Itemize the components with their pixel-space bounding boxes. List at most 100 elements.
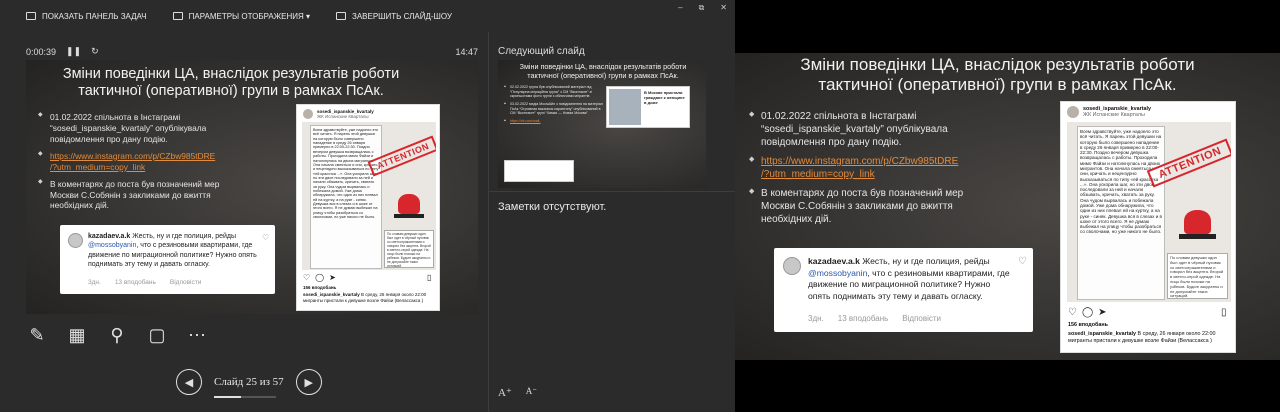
comment-meta: 3дн. 13 вподобань Відповісти	[808, 314, 942, 323]
share-icon: ➤	[1098, 307, 1107, 318]
display-icon	[172, 12, 183, 20]
comment-text: kazadaev.a.k Жесть, ну и где полиция, ре…	[88, 233, 257, 269]
post-link[interactable]: /?utm_medium=copy_link	[50, 162, 145, 172]
post-actions: ♡ ◯ ➤	[303, 273, 336, 282]
siren-icon	[398, 194, 420, 214]
slide-progress-bar	[214, 396, 276, 398]
news-photo	[609, 89, 641, 125]
siren-base	[1179, 234, 1216, 239]
pause-timer-icon[interactable]: ❚❚	[66, 46, 81, 57]
siren-icon	[1184, 210, 1211, 234]
like-icon: ♡	[1068, 307, 1077, 318]
decrease-font-button[interactable]: A⁻	[526, 386, 537, 399]
news-screenshot: В Москве пристали граждане к женщине в д…	[606, 86, 690, 128]
post-link: /?utm_medium=copy_link	[761, 169, 875, 180]
taskbar-icon	[26, 12, 36, 20]
instagram-comment: kazadaev.a.k Жесть, ну и где полиция, ре…	[774, 248, 1033, 332]
end-show-icon	[335, 12, 346, 20]
avatar	[783, 257, 801, 275]
note-text: По словам девушки один был одет в чёрный…	[1167, 253, 1228, 299]
end-slideshow-button[interactable]: ЗАВЕРШИТЬ СЛАЙД-ШОУ	[335, 12, 452, 21]
bullet-item: 01.02.2022 спільнота в Інстаграмі “sosed…	[749, 110, 997, 149]
share-icon[interactable]: ➤	[329, 273, 336, 282]
post-caption: sosedi_ispanskie_kvartaly В среду, 26 ян…	[1068, 331, 1216, 344]
display-settings-button[interactable]: ПАРАМЕТРЫ ОТОБРАЖЕНИЯ ▾	[172, 12, 310, 21]
bullet-item: https://www.instagram.com/p/CZbw985tDRE …	[38, 151, 248, 173]
slide-bullets: 01.02.2022 спільнота в Інстаграмі “sosed…	[749, 110, 997, 232]
speaker-notes[interactable]: Заметки отсутствуют.	[498, 201, 606, 213]
post-link: https://www.instagram.com/p/CZbw985tDRE	[761, 156, 959, 167]
next-slide-thumbnail[interactable]: Зміни поведінки ЦА, внаслідок результаті…	[498, 60, 706, 188]
bullet-item: В коментарях до поста був позначений мер…	[749, 187, 997, 226]
close-button[interactable]: ✕	[720, 3, 727, 13]
next-slide-label: Следующий слайд	[498, 46, 585, 57]
window-controls: – ⧉ ✕	[678, 3, 727, 13]
avatar	[68, 233, 83, 248]
bullet-item: В коментарях до поста був позначений мер…	[38, 179, 248, 212]
presenter-view: ПОКАЗАТЬ ПАНЕЛЬ ЗАДАЧ ПАРАМЕТРЫ ОТОБРАЖЕ…	[0, 0, 735, 412]
screenshot-snippet	[504, 160, 574, 182]
bookmark-icon: ▯	[1221, 307, 1227, 318]
post-image: Всем здравствуйте, уже надоело это всё ч…	[1067, 122, 1231, 302]
slide-navigation: ◀ Слайд 25 из 57 ▶	[176, 369, 322, 398]
zoom-icon[interactable]: ⚲	[106, 324, 128, 346]
bookmark-icon[interactable]: ▯	[427, 273, 431, 282]
heart-icon: ♡	[262, 233, 270, 242]
avatar	[1067, 106, 1079, 118]
like-icon[interactable]: ♡	[303, 273, 310, 282]
letter-text: Всем здравствуйте, уже надоело это всё ч…	[1077, 126, 1165, 300]
post-header: sosedi_ispanskie_kvartaly ЖК Испанские К…	[1067, 106, 1151, 118]
current-slide[interactable]: Зміни поведінки ЦА, внаслідок результаті…	[26, 60, 478, 314]
bullet-item: https://www.instagram.com/p/CZbw985tDRE …	[749, 155, 997, 181]
notes-divider[interactable]	[488, 191, 735, 192]
bullet-item: 02.02.2022 група був опублікований матер…	[504, 85, 604, 99]
slide-counter[interactable]: Слайд 25 из 57	[214, 376, 284, 398]
comment-icon[interactable]: ◯	[315, 273, 324, 282]
heart-icon: ♡	[1018, 256, 1027, 267]
next-slide-button[interactable]: ▶	[295, 369, 322, 395]
reset-timer-icon[interactable]: ↻	[91, 46, 99, 57]
post-likes: 156 вподобань	[303, 285, 337, 290]
see-all-slides-icon[interactable]: ▦	[66, 324, 88, 346]
more-options-icon[interactable]: ⋯	[186, 324, 208, 346]
instagram-post: sosedi_ispanskie_kvartaly ЖК Испанские К…	[296, 104, 440, 311]
restore-button[interactable]: ⧉	[699, 3, 705, 13]
slide-title: Зміни поведінки ЦА, внаслідок результаті…	[62, 66, 400, 100]
timer-row: 0:00:39 ❚❚ ↻ 14:47	[26, 46, 478, 57]
post-likes: 156 вподобань	[1068, 322, 1108, 328]
clock: 14:47	[455, 46, 478, 57]
notes-font-controls: A⁺ A⁻	[498, 386, 537, 399]
comment-meta: 3дн. 13 вподобань Відповісти	[88, 279, 202, 286]
previous-slide-button[interactable]: ◀	[176, 369, 202, 395]
slide-bullets: 01.02.2022 спільнота в Інстаграмі “sosed…	[38, 112, 248, 217]
instagram-post: sosedi_ispanskie_kvartaly ЖК Испанские К…	[1060, 101, 1236, 353]
note-text: По словам девушки один был одет в чёрный…	[384, 230, 434, 268]
comment-icon: ◯	[1081, 307, 1094, 318]
post-caption: sosedi_ispanskie_kvartaly В среду, 26 ян…	[303, 292, 427, 303]
post-image: Всем здравствуйте, уже надоело это всё ч…	[302, 122, 436, 270]
post-actions: ♡ ◯ ➤	[1068, 307, 1107, 318]
post-link[interactable]: https://www.instagram.com/p/CZbw985tDRE	[50, 151, 215, 161]
presenter-toolbar: ПОКАЗАТЬ ПАНЕЛЬ ЗАДАЧ ПАРАМЕТРЫ ОТОБРАЖЕ…	[0, 0, 735, 32]
bullet-item: 01.02.2022 спільнота в Інстаграмі “sosed…	[38, 112, 248, 145]
instagram-comment: kazadaev.a.k Жесть, ну и где полиция, ре…	[60, 225, 275, 294]
increase-font-button[interactable]: A⁺	[498, 386, 512, 399]
elapsed-timer: 0:00:39	[26, 46, 57, 57]
show-taskbar-button[interactable]: ПОКАЗАТЬ ПАНЕЛЬ ЗАДАЧ	[26, 12, 147, 21]
pane-divider[interactable]	[488, 32, 489, 412]
black-screen-icon[interactable]: ▢	[146, 324, 168, 346]
slide-title: Зміни поведінки ЦА, внаслідок результаті…	[800, 55, 1195, 95]
pen-icon[interactable]: ✎	[26, 324, 48, 346]
bullet-item: 03.02.2022 медіа МосмАйл з повідомлення …	[504, 102, 604, 116]
avatar	[303, 109, 313, 119]
projected-slide: Зміни поведінки ЦА, внаслідок результаті…	[735, 53, 1280, 360]
presenter-tools: ✎ ▦ ⚲ ▢ ⋯	[26, 324, 208, 346]
post-header: sosedi_ispanskie_kvartaly ЖК Испанские К…	[303, 109, 374, 119]
siren-base	[394, 214, 424, 218]
minimize-button[interactable]: –	[678, 3, 682, 13]
bullet-item: https://vk.com/wall-	[504, 119, 604, 124]
news-headline: В Москве пристали граждане к женщине в д…	[644, 90, 685, 105]
letter-text: Всем здравствуйте, уже надоело это всё ч…	[310, 125, 382, 269]
comment-text: kazadaev.a.k Жесть, ну и где полиция, ре…	[808, 256, 1010, 301]
slide-bullets: 02.02.2022 група був опублікований матер…	[504, 85, 604, 130]
